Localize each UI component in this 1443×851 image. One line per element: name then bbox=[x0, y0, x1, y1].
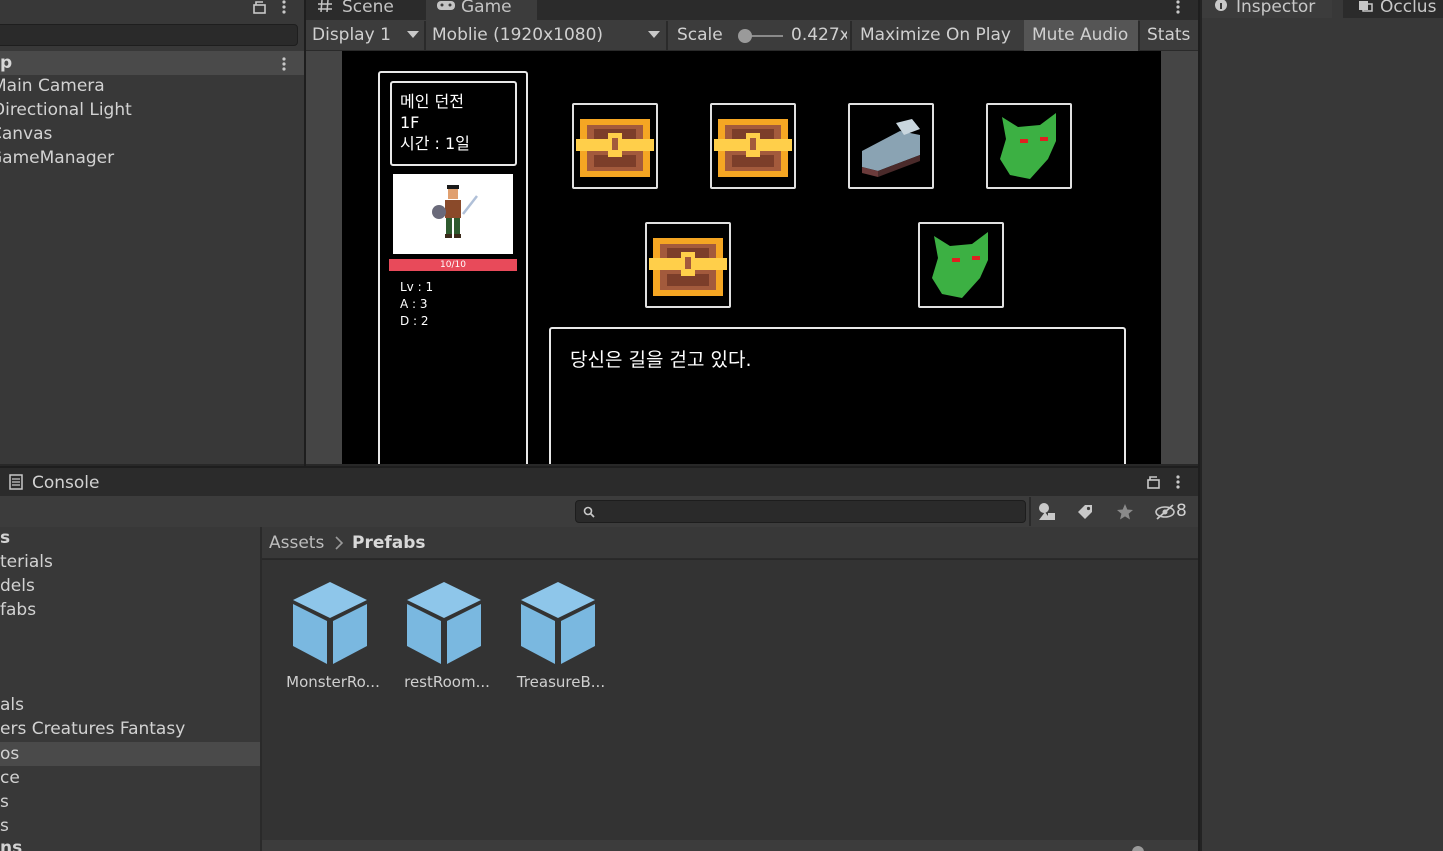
dungeon-info-box: 메인 던전 1F 시간 : 1일 bbox=[390, 81, 517, 166]
info-icon bbox=[1215, 0, 1227, 11]
time-label: 시간 : 1일 bbox=[400, 134, 470, 153]
scene-name: p bbox=[0, 53, 13, 73]
favorites-star-icon[interactable] bbox=[1116, 503, 1134, 521]
folder-item[interactable]: s bbox=[0, 790, 260, 814]
hierarchy-item-gamemanager[interactable]: GameManager bbox=[0, 146, 289, 170]
stats-toggle[interactable]: Stats bbox=[1147, 20, 1190, 51]
folder-item[interactable]: s bbox=[0, 526, 260, 550]
search-icon bbox=[583, 506, 595, 518]
breadcrumb-assets[interactable]: Assets bbox=[269, 531, 324, 555]
room-tile-treasure[interactable] bbox=[572, 103, 658, 189]
more-options-icon[interactable] bbox=[280, 0, 288, 14]
game-canvas[interactable]: 메인 던전 1F 시간 : 1일 10/10 Lv : 1 A : 3 D : … bbox=[342, 51, 1161, 464]
scale-value: 0.427x bbox=[791, 25, 847, 45]
inspector-panel: Inspector Occlus bbox=[1200, 0, 1443, 851]
room-tile-monster[interactable] bbox=[918, 222, 1004, 308]
prefab-cube-icon[interactable] bbox=[517, 580, 599, 666]
console-tab-bar: Console bbox=[0, 466, 1198, 496]
asset-footer-bar bbox=[262, 840, 1198, 851]
hero-sprite-icon bbox=[432, 185, 478, 238]
folder-item[interactable]: ce bbox=[0, 766, 260, 790]
breadcrumb: Assets Prefabs bbox=[262, 527, 1198, 559]
hierarchy-item-canvas[interactable]: Canvas bbox=[0, 122, 290, 146]
lock-icon[interactable] bbox=[252, 0, 268, 14]
folder-item[interactable]: ns bbox=[0, 836, 260, 851]
icon-size-slider-thumb[interactable] bbox=[1132, 846, 1144, 851]
room-tile-treasure[interactable] bbox=[645, 222, 731, 308]
hidden-eye-icon[interactable] bbox=[1154, 503, 1176, 521]
floor-label: 1F bbox=[400, 113, 420, 132]
resolution-select[interactable]: Moblie (1920x1080) bbox=[432, 20, 603, 51]
lock-icon[interactable] bbox=[1146, 474, 1162, 490]
monster-icon bbox=[932, 232, 988, 298]
stat-defense: D : 2 bbox=[400, 314, 429, 328]
room-tile-rest[interactable] bbox=[848, 103, 934, 189]
asset-label-monsterroom[interactable]: MonsterRo... bbox=[276, 672, 390, 692]
tab-console[interactable]: Console bbox=[32, 472, 100, 494]
hierarchy-scene-row[interactable]: p bbox=[0, 51, 304, 75]
scale-label: Scale bbox=[677, 25, 723, 45]
display-select[interactable]: Display 1 bbox=[312, 20, 391, 51]
hidden-packages-count: 8 bbox=[1176, 501, 1187, 521]
chevron-down-icon bbox=[648, 31, 660, 38]
dungeon-name: 메인 던전 bbox=[400, 92, 464, 111]
chevron-right-icon bbox=[335, 536, 344, 550]
folder-item-creatures[interactable]: ers Creatures Fantasy bbox=[0, 717, 260, 741]
more-options-icon[interactable] bbox=[1174, 474, 1182, 490]
monster-icon bbox=[1000, 113, 1056, 179]
scale-slider-thumb[interactable] bbox=[738, 29, 752, 43]
maximize-on-play-toggle[interactable]: Maximize On Play bbox=[860, 20, 1011, 51]
asset-label-treasurebox[interactable]: TreasureB... bbox=[504, 672, 618, 692]
toolbar-separator bbox=[850, 21, 852, 50]
bed-icon bbox=[862, 119, 920, 177]
hierarchy-search-input[interactable] bbox=[0, 24, 298, 46]
message-box: 당신은 길을 걷고 있다. bbox=[549, 327, 1126, 464]
message-text: 당신은 길을 걷고 있다. bbox=[570, 349, 752, 371]
player-portrait bbox=[393, 174, 513, 254]
more-options-icon[interactable] bbox=[1174, 0, 1182, 14]
mute-audio-label: Mute Audio bbox=[1032, 25, 1129, 45]
treasure-chest-icon bbox=[576, 119, 654, 177]
tab-inspector[interactable]: Inspector bbox=[1236, 0, 1315, 16]
console-icon bbox=[9, 474, 23, 490]
hierarchy-item-main-camera[interactable]: Main Camera bbox=[0, 74, 292, 98]
project-search-input[interactable] bbox=[575, 500, 1026, 523]
room-tile-monster[interactable] bbox=[986, 103, 1072, 189]
tab-game-label[interactable]: Game bbox=[451, 0, 512, 20]
filter-by-label-icon[interactable] bbox=[1076, 503, 1094, 521]
tab-scene[interactable]: Scene bbox=[332, 0, 394, 20]
filter-by-type-icon[interactable] bbox=[1037, 502, 1057, 522]
folder-item-prefabs[interactable]: fabs bbox=[0, 598, 260, 622]
toolbar-separator bbox=[666, 21, 668, 50]
folder-item-models[interactable]: dels bbox=[0, 574, 260, 598]
folder-item[interactable]: s bbox=[0, 814, 260, 838]
folder-item-materials[interactable]: terials bbox=[0, 550, 260, 574]
asset-label-restroom[interactable]: restRoom... bbox=[390, 672, 504, 692]
stat-attack: A : 3 bbox=[400, 297, 428, 311]
treasure-chest-icon bbox=[649, 238, 727, 296]
more-options-icon[interactable] bbox=[280, 56, 288, 72]
hierarchy-item-directional-light[interactable]: Directional Light bbox=[0, 98, 292, 122]
treasure-chest-icon bbox=[714, 119, 792, 177]
prefab-cube-icon[interactable] bbox=[289, 580, 371, 666]
prefab-cube-icon[interactable] bbox=[403, 580, 485, 666]
chevron-down-icon bbox=[407, 31, 419, 38]
toolbar-separator bbox=[424, 21, 426, 50]
hp-text: 10/10 bbox=[440, 260, 466, 270]
room-tile-treasure[interactable] bbox=[710, 103, 796, 189]
folder-item[interactable]: als bbox=[0, 693, 260, 717]
toolbar-separator bbox=[1029, 497, 1031, 526]
folder-item-selected[interactable]: os bbox=[0, 742, 260, 766]
tab-occlusion[interactable]: Occlus bbox=[1380, 0, 1443, 14]
hp-bar: 10/10 bbox=[389, 259, 517, 271]
toolbar-separator bbox=[1138, 21, 1140, 50]
breadcrumb-prefabs[interactable]: Prefabs bbox=[352, 531, 426, 555]
stat-level: Lv : 1 bbox=[400, 280, 434, 294]
occlusion-icon bbox=[1359, 1, 1373, 12]
